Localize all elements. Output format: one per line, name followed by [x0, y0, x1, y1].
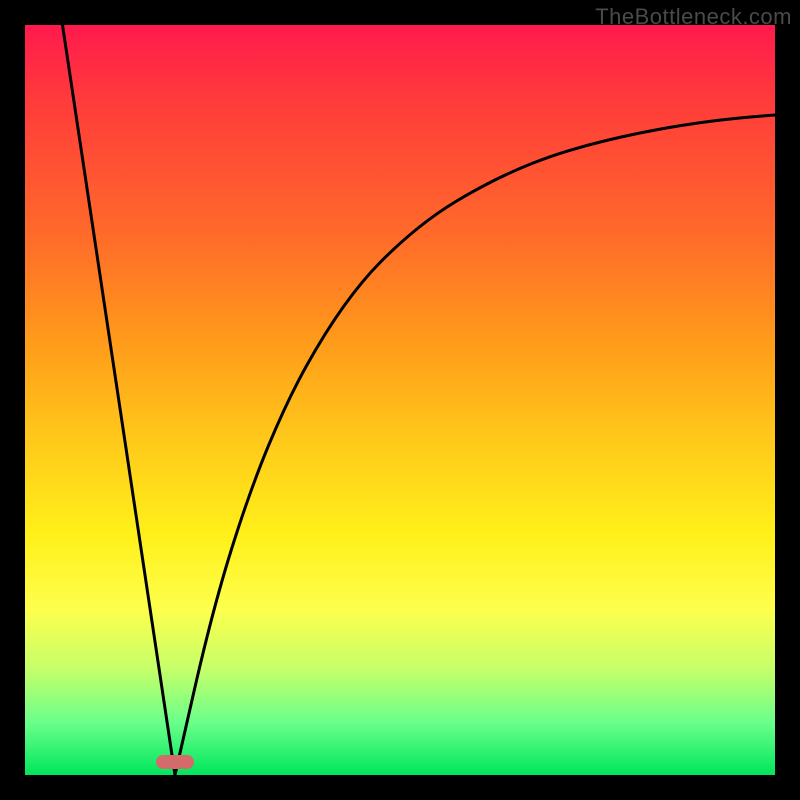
watermark-text: TheBottleneck.com: [595, 4, 792, 30]
minimum-marker: [156, 755, 194, 769]
bottleneck-curve: [25, 25, 775, 775]
chart-plot-area: [25, 25, 775, 775]
